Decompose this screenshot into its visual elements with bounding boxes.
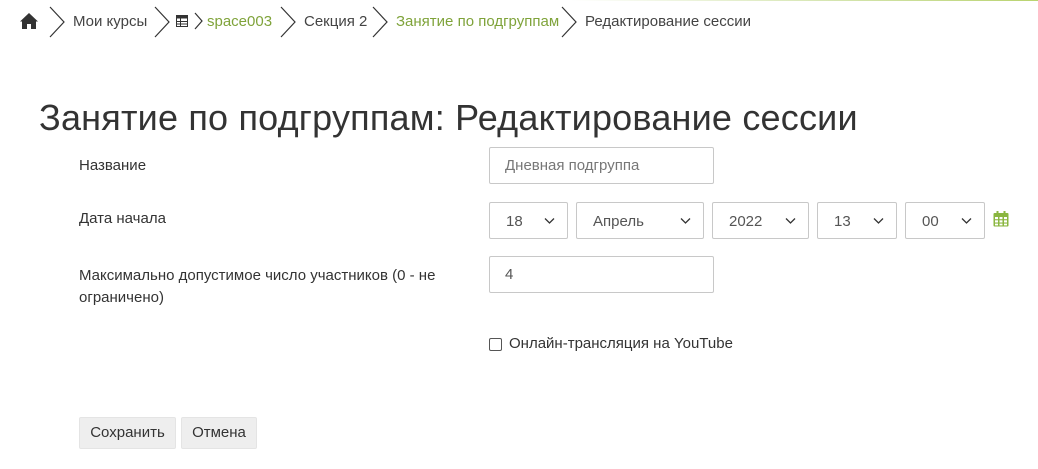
day-select-value: 18 xyxy=(506,213,523,230)
chevron-down-icon xyxy=(680,218,691,224)
month-select[interactable]: Апрель xyxy=(576,202,704,239)
chevron-right-icon xyxy=(372,6,388,38)
hour-select[interactable]: 13 xyxy=(817,202,897,239)
breadcrumb: Мои курсы space003 Секция 2 Занятие по п… xyxy=(0,0,1038,44)
chevron-right-icon xyxy=(280,6,296,38)
chevron-right-icon xyxy=(194,12,203,30)
youtube-checkbox[interactable] xyxy=(489,338,502,351)
breadcrumb-current: Редактирование сессии xyxy=(585,13,752,30)
max-participants-input[interactable] xyxy=(489,256,714,293)
chevron-right-icon xyxy=(154,6,170,38)
table-icon xyxy=(176,15,188,27)
year-select-value: 2022 xyxy=(729,213,763,230)
breadcrumb-activity[interactable]: Занятие по подгруппам xyxy=(396,12,559,32)
chevron-down-icon xyxy=(961,218,972,224)
cancel-button[interactable]: Отмена xyxy=(181,417,257,449)
minute-select[interactable]: 00 xyxy=(905,202,985,239)
chevron-right-icon xyxy=(49,6,65,38)
page-title: Занятие по подгруппам: Редактирование се… xyxy=(39,97,858,138)
youtube-checkbox-label[interactable]: Онлайн-трансляция на YouTube xyxy=(509,333,733,355)
chevron-down-icon xyxy=(785,218,796,224)
chevron-down-icon xyxy=(873,218,884,224)
month-select-value: Апрель xyxy=(593,213,644,230)
chevron-right-icon xyxy=(561,6,577,38)
max-participants-label: Максимально допустимое число участников … xyxy=(79,267,436,306)
chevron-down-icon xyxy=(544,218,555,224)
name-label: Название xyxy=(79,157,147,174)
calendar-icon[interactable] xyxy=(993,211,1009,227)
home-icon[interactable] xyxy=(19,11,39,31)
name-input[interactable] xyxy=(489,147,714,184)
breadcrumb-my-courses[interactable]: Мои курсы xyxy=(73,12,147,32)
breadcrumb-course[interactable]: space003 xyxy=(207,12,272,32)
day-select[interactable]: 18 xyxy=(489,202,568,239)
hour-select-value: 13 xyxy=(834,213,851,230)
breadcrumb-section[interactable]: Секция 2 xyxy=(304,12,367,32)
save-button[interactable]: Сохранить xyxy=(79,417,176,449)
year-select[interactable]: 2022 xyxy=(712,202,809,239)
minute-select-value: 00 xyxy=(922,213,939,230)
start-date-label: Дата начала xyxy=(79,210,166,227)
